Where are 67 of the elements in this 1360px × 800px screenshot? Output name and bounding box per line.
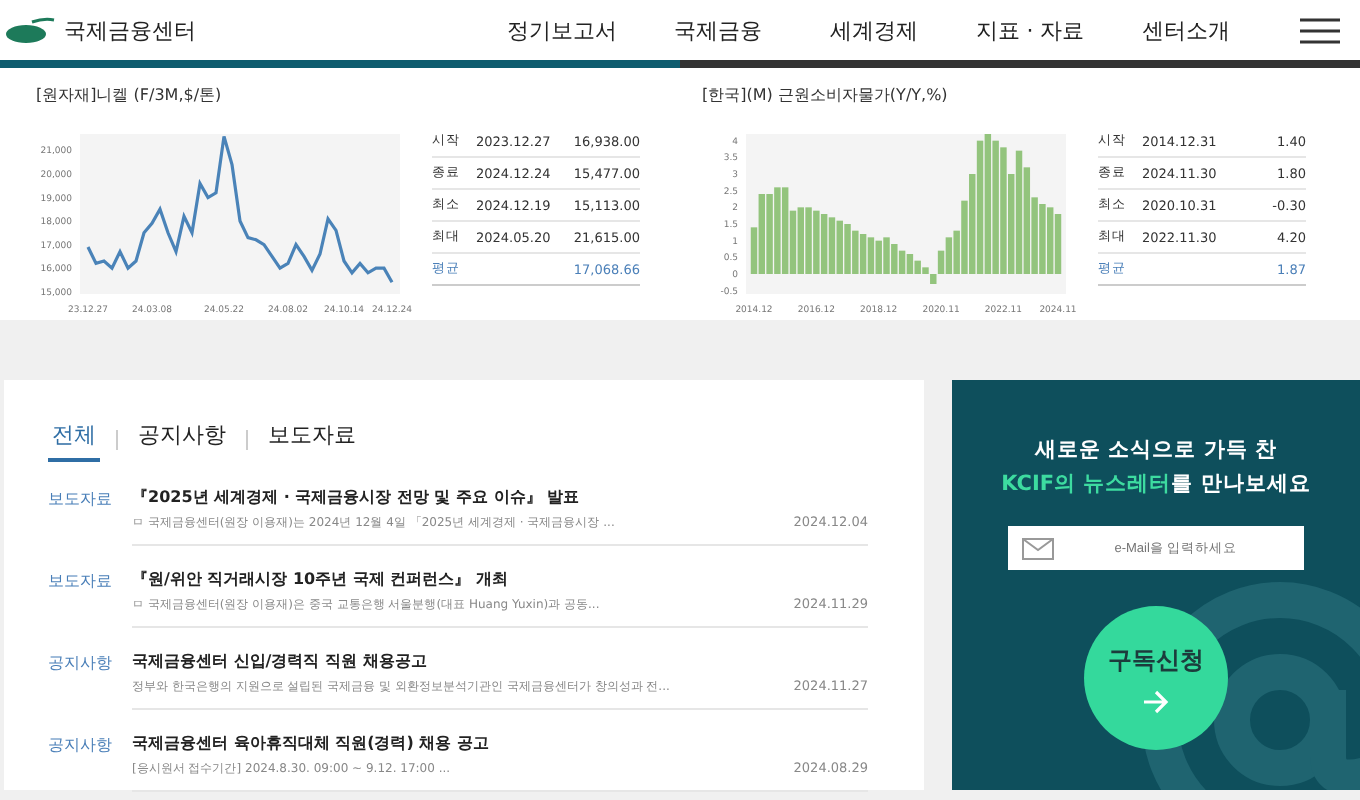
bar [844, 224, 851, 274]
news-title[interactable]: 『원/위안 직거래시장 10주년 국제 컨퍼런스』 개최 [132, 568, 868, 590]
nav-link[interactable]: 국제금융 [640, 15, 796, 45]
tab[interactable]: 공지사항 [134, 416, 230, 462]
subscribe-button[interactable]: 구독신청 [1084, 606, 1228, 750]
bar [953, 230, 960, 274]
tab[interactable]: 전체 [48, 416, 100, 462]
bar [875, 240, 882, 274]
bar [969, 174, 976, 274]
news-category: 공지사항 [48, 734, 112, 758]
menu-icon[interactable] [1300, 17, 1340, 43]
bar [937, 250, 945, 274]
bar [1054, 214, 1062, 274]
line-series [86, 134, 394, 284]
news-title[interactable]: 국제금융센터 신입/경력직 직원 채용공고 [132, 650, 868, 672]
bar [1046, 207, 1054, 274]
bar [867, 237, 875, 274]
bar [922, 267, 929, 274]
bar [1015, 150, 1023, 274]
bar [1023, 167, 1031, 274]
news-title[interactable]: 『2025년 세계경제 · 국제금융시장 전망 및 주요 이슈』 발표 [132, 486, 868, 508]
bar [852, 230, 859, 274]
bar [1000, 147, 1007, 274]
bar [891, 244, 898, 274]
bar [984, 134, 992, 274]
news-category: 공지사항 [48, 652, 112, 676]
arrow-icon [1142, 689, 1170, 713]
news-title[interactable]: 국제금융센터 육아휴직대체 직원(경력) 채용 공고 [132, 732, 868, 754]
logo-icon [4, 16, 56, 44]
bar [813, 210, 820, 274]
bar [1008, 174, 1015, 274]
bar [883, 237, 890, 274]
bar [945, 237, 953, 274]
bar [766, 194, 773, 274]
chart-title: [원자재]니켈 (F/3M,$/톤) [36, 84, 224, 106]
bar [781, 187, 789, 274]
bar [859, 234, 867, 274]
bar [930, 274, 937, 284]
bar [789, 210, 797, 274]
newsletter-headline: KCIF의 뉴스레터를 만나보세요 [1001, 470, 1311, 498]
bar [992, 140, 999, 274]
bar [898, 250, 906, 274]
envelope-icon [1022, 537, 1054, 559]
bar [1031, 197, 1038, 274]
nav-link[interactable]: 세계경제 [796, 15, 952, 45]
bar [961, 200, 968, 274]
bar [758, 194, 766, 274]
bar [914, 260, 921, 274]
nav-link[interactable]: 지표 · 자료 [952, 15, 1108, 45]
nav-link[interactable]: 정기보고서 [484, 15, 640, 45]
bar [836, 220, 843, 274]
newsletter-headline: 새로운 소식으로 가득 찬 [1035, 436, 1277, 464]
bar [828, 217, 836, 274]
bar [1039, 204, 1046, 274]
bar [820, 214, 828, 274]
nav-link[interactable]: 센터소개 [1108, 15, 1264, 45]
bar [976, 140, 984, 274]
news-category: 보도자료 [48, 488, 112, 512]
bar [805, 207, 812, 274]
bar [750, 227, 758, 274]
news-category: 보도자료 [48, 570, 112, 594]
bar [797, 207, 804, 274]
bar [906, 254, 914, 274]
tab[interactable]: 보도자료 [264, 416, 360, 462]
chart-title: [한국](M) 근원소비자물가(Y/Y,%) [702, 84, 950, 106]
logo-text[interactable]: 국제금융센터 [64, 15, 196, 45]
bar [774, 187, 781, 274]
